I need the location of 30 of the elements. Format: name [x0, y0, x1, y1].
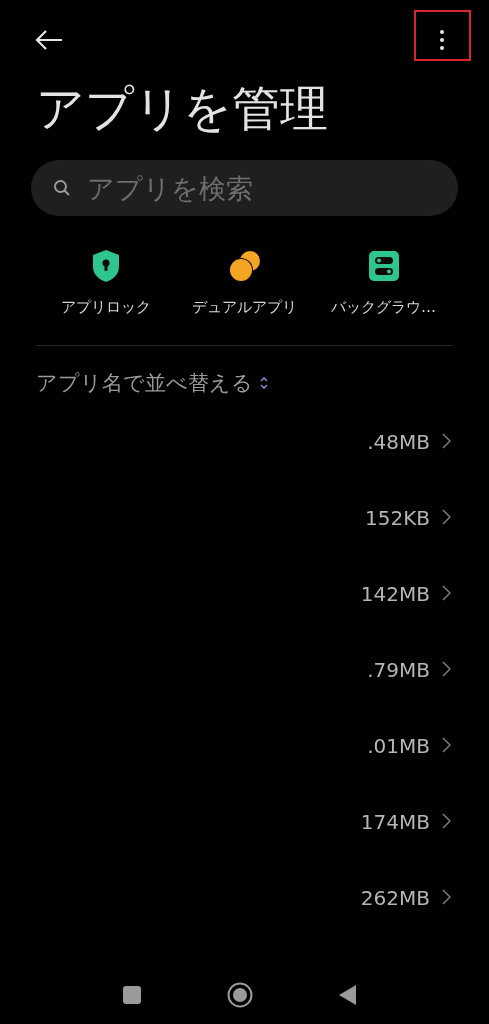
chevron-right-icon[interactable]	[442, 433, 451, 449]
chevron-right-icon[interactable]	[442, 737, 451, 753]
app-size: 262MB	[360, 885, 430, 912]
chevron-right-icon[interactable]	[442, 813, 451, 829]
app-size: 142MB	[360, 581, 430, 608]
toggles-icon	[367, 250, 400, 282]
shortcut-label[interactable]: デュアルアプリ	[192, 296, 297, 319]
sort-label[interactable]: アプリ名で並べ替える	[36, 367, 253, 399]
chevron-right-icon[interactable]	[442, 585, 451, 601]
app-size: 174MB	[360, 809, 430, 836]
back-arrow-icon[interactable]	[34, 29, 64, 51]
shortcut-label[interactable]: アプリロック	[60, 296, 151, 319]
two-circles-icon	[227, 249, 262, 283]
app-size: .48MB	[367, 429, 430, 456]
more-menu-icon[interactable]	[439, 29, 445, 51]
recents-icon[interactable]	[122, 986, 141, 1004]
sort-chevrons-icon[interactable]	[259, 376, 269, 391]
chevron-right-icon[interactable]	[442, 661, 451, 677]
chevron-right-icon[interactable]	[442, 889, 451, 905]
app-size: .79MB	[367, 657, 430, 684]
shortcut-label[interactable]: バックグラウ…	[331, 296, 436, 319]
shield-lock-icon	[90, 249, 121, 283]
back-icon[interactable]	[338, 985, 357, 1005]
app-size: 152KB	[365, 505, 430, 532]
home-icon[interactable]	[226, 982, 253, 1008]
chevron-right-icon[interactable]	[442, 509, 451, 525]
app-size: .01MB	[367, 733, 430, 760]
search-icon	[53, 179, 71, 197]
search-field[interactable]: アプリを検索	[31, 160, 458, 216]
page-title: アプリを管理	[35, 79, 329, 138]
